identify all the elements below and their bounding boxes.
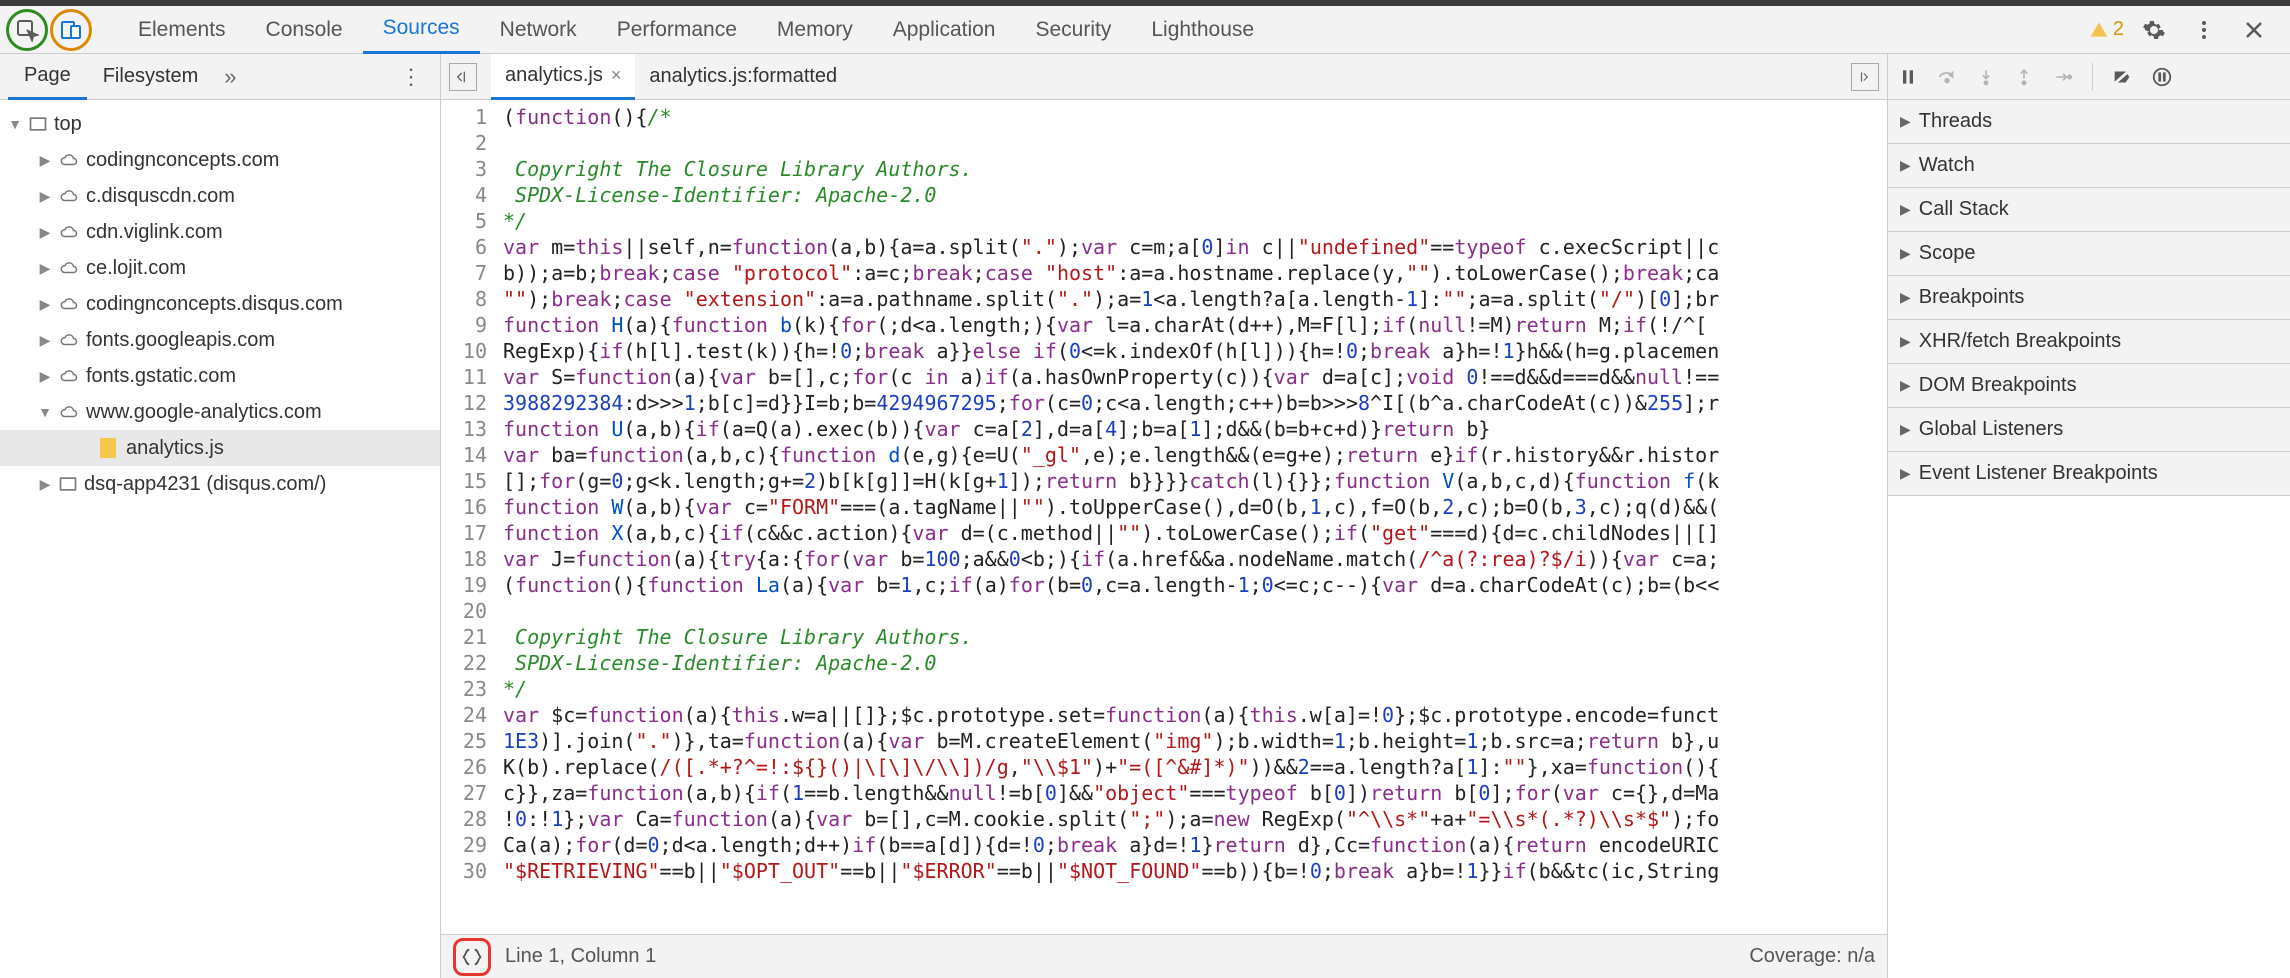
tab-lighthouse[interactable]: Lighthouse xyxy=(1131,6,1274,54)
navigator-tab-page[interactable]: Page xyxy=(8,54,87,100)
deactivate-breakpoints-icon[interactable] xyxy=(2111,66,2133,88)
panel-tabs: Elements Console Sources Network Perform… xyxy=(118,6,2089,54)
editor-tab-active[interactable]: analytics.js × xyxy=(491,54,635,100)
pretty-print-button[interactable] xyxy=(453,938,491,976)
run-snippet-icon[interactable] xyxy=(1851,63,1879,91)
tree-domain-expanded[interactable]: ▼www.google-analytics.com xyxy=(0,394,440,430)
cursor-position: Line 1, Column 1 xyxy=(505,945,656,968)
tab-application[interactable]: Application xyxy=(873,6,1016,54)
step-over-icon[interactable] xyxy=(1936,66,1958,88)
debug-section-global-listeners[interactable]: ▶Global Listeners xyxy=(1888,408,2290,452)
settings-icon[interactable] xyxy=(2134,10,2174,50)
editor-tab[interactable]: analytics.js:formatted xyxy=(635,54,851,100)
editor-status-bar: Line 1, Column 1 Coverage: n/a xyxy=(441,934,1887,978)
step-into-icon[interactable] xyxy=(1976,67,1996,87)
tree-domain[interactable]: ▶codingnconcepts.disqus.com xyxy=(0,286,440,322)
tab-elements[interactable]: Elements xyxy=(118,6,246,54)
kebab-menu-icon[interactable] xyxy=(2184,10,2224,50)
device-toolbar-icon[interactable] xyxy=(53,10,89,50)
debug-section-call-stack[interactable]: ▶Call Stack xyxy=(1888,188,2290,232)
warnings-indicator[interactable]: 2 xyxy=(2089,18,2124,41)
tree-top-frame[interactable]: ▼ top xyxy=(0,106,440,142)
code-content[interactable]: (function(){/* Copyright The Closure Lib… xyxy=(497,100,1887,934)
debug-section-xhr-fetch-breakpoints[interactable]: ▶XHR/fetch Breakpoints xyxy=(1888,320,2290,364)
pause-icon[interactable] xyxy=(1898,67,1918,87)
navigator-tab-filesystem[interactable]: Filesystem xyxy=(87,54,215,100)
pause-on-exceptions-icon[interactable] xyxy=(2151,66,2173,88)
tab-performance[interactable]: Performance xyxy=(597,6,757,54)
device-toggle-annotation xyxy=(50,9,92,51)
debug-section-breakpoints[interactable]: ▶Breakpoints xyxy=(1888,276,2290,320)
navigator-more-icon[interactable]: ⋮ xyxy=(390,64,432,90)
line-gutter[interactable]: 1 2 3 4 5 6 7 8 9 10 11 12 13 14 15 16 1… xyxy=(441,100,497,934)
debugger-pane: ▶Threads▶Watch▶Call Stack▶Scope▶Breakpoi… xyxy=(1888,54,2290,978)
warnings-count: 2 xyxy=(2113,18,2124,41)
coverage-status: Coverage: n/a xyxy=(1749,945,1875,968)
tree-domain[interactable]: ▶cdn.viglink.com xyxy=(0,214,440,250)
tree-iframe[interactable]: ▶dsq-app4231 (disqus.com/) xyxy=(0,466,440,502)
step-out-icon[interactable] xyxy=(2014,67,2034,87)
tab-network[interactable]: Network xyxy=(480,6,597,54)
js-file-icon xyxy=(100,438,116,458)
close-devtools-icon[interactable] xyxy=(2234,10,2274,50)
editor-pane: analytics.js × analytics.js:formatted 1 … xyxy=(441,54,1888,978)
debug-section-watch[interactable]: ▶Watch xyxy=(1888,144,2290,188)
tab-security[interactable]: Security xyxy=(1015,6,1131,54)
navigator-pane: Page Filesystem » ⋮ ▼ top ▶codingnconcep… xyxy=(0,54,441,978)
tree-domain[interactable]: ▶c.disquscdn.com xyxy=(0,178,440,214)
navigator-overflow-icon[interactable]: » xyxy=(214,64,246,90)
tree-domain[interactable]: ▶fonts.gstatic.com xyxy=(0,358,440,394)
inspect-element-icon[interactable] xyxy=(9,10,45,50)
tree-file-selected[interactable]: analytics.js xyxy=(0,430,440,466)
debug-section-threads[interactable]: ▶Threads xyxy=(1888,100,2290,144)
debug-section-scope[interactable]: ▶Scope xyxy=(1888,232,2290,276)
step-icon[interactable] xyxy=(2052,67,2074,87)
tab-console[interactable]: Console xyxy=(246,6,363,54)
tree-domain[interactable]: ▶ce.lojit.com xyxy=(0,250,440,286)
devtools-toolbar: Elements Console Sources Network Perform… xyxy=(0,6,2290,54)
file-navigator-icon[interactable] xyxy=(449,63,477,91)
debug-section-event-listener-breakpoints[interactable]: ▶Event Listener Breakpoints xyxy=(1888,452,2290,496)
inspect-annotation xyxy=(6,9,48,51)
close-tab-icon[interactable]: × xyxy=(611,65,622,86)
tree-domain[interactable]: ▶fonts.googleapis.com xyxy=(0,322,440,358)
tree-domain[interactable]: ▶codingnconcepts.com xyxy=(0,142,440,178)
debug-section-dom-breakpoints[interactable]: ▶DOM Breakpoints xyxy=(1888,364,2290,408)
file-tree: ▼ top ▶codingnconcepts.com ▶c.disquscdn.… xyxy=(0,100,440,978)
tab-sources[interactable]: Sources xyxy=(363,6,480,54)
tab-memory[interactable]: Memory xyxy=(757,6,873,54)
